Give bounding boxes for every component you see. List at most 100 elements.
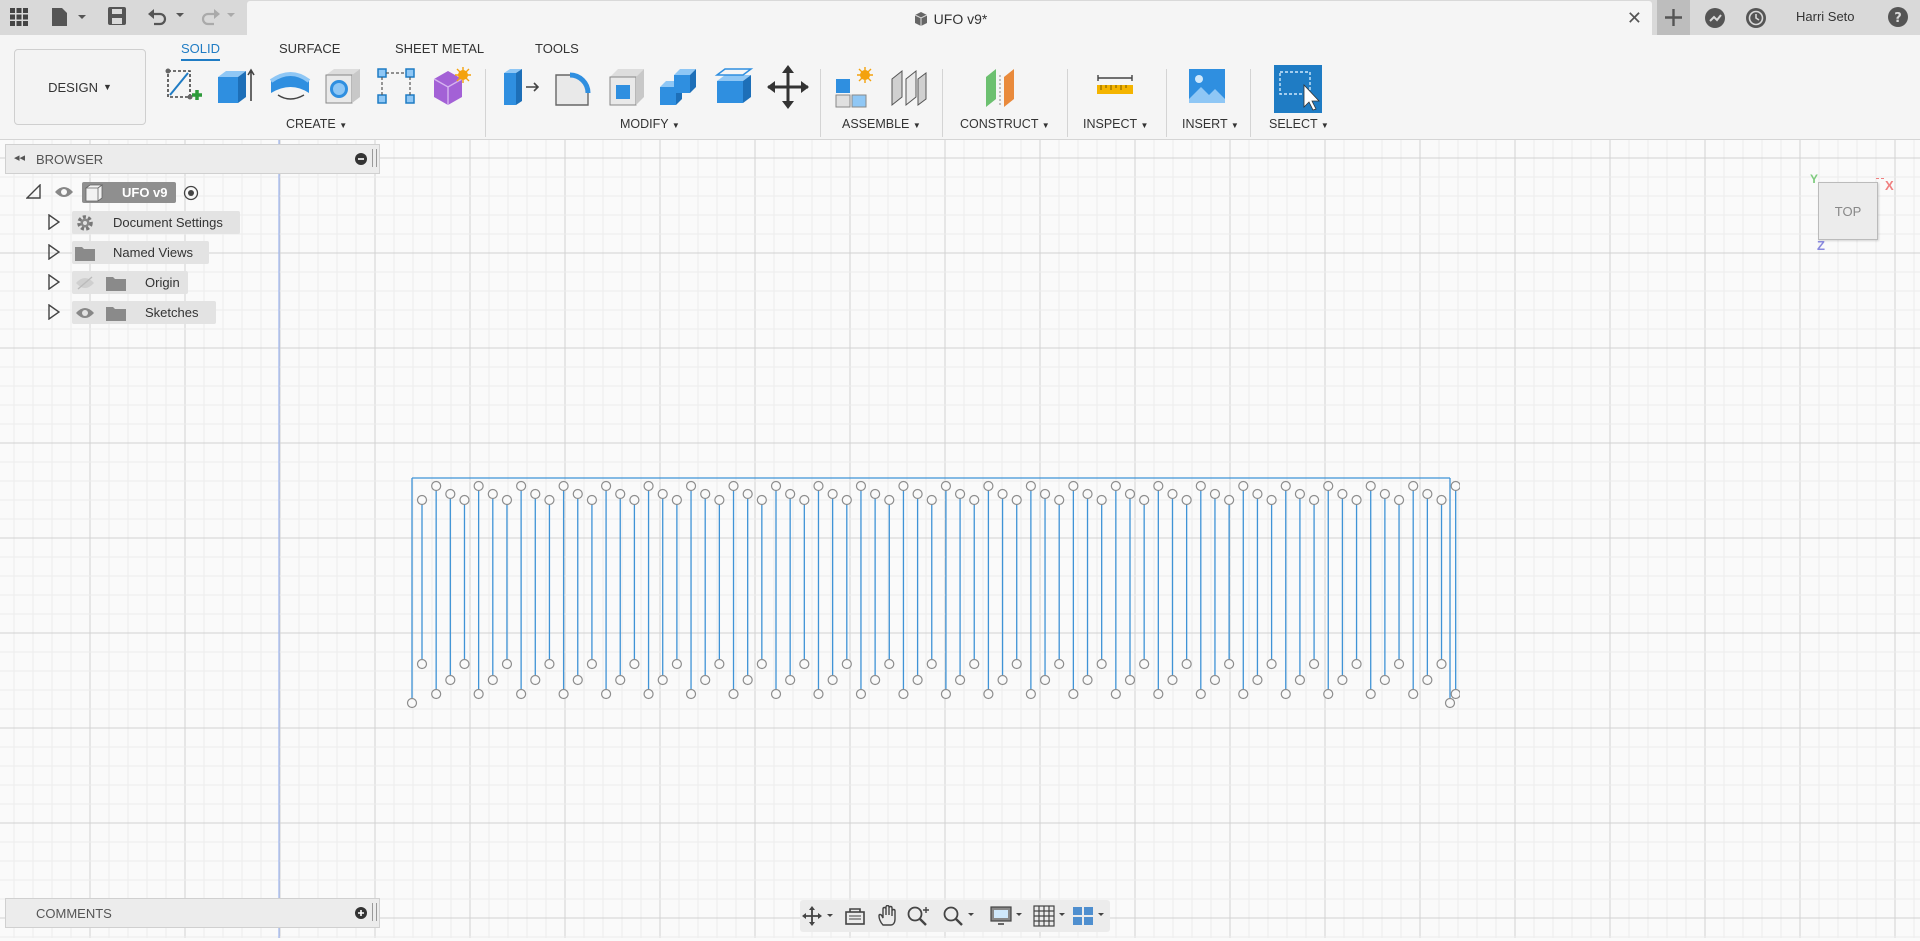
sketch-point: [1167, 488, 1178, 500]
pattern-icon[interactable]: [376, 65, 418, 109]
sketch-point: [1011, 494, 1022, 506]
sketch-point: [1238, 688, 1249, 700]
sketch-point: [714, 494, 725, 506]
sketch-point: [983, 688, 994, 700]
zoom-icon[interactable]: [942, 905, 978, 927]
insert-image-icon[interactable]: [1187, 65, 1229, 109]
tab-tools[interactable]: TOOLS: [535, 41, 579, 56]
joint-icon[interactable]: [888, 65, 930, 109]
document-tab[interactable]: UFO v9* ✕: [247, 1, 1652, 35]
close-tab-icon[interactable]: ✕: [1627, 8, 1642, 29]
grid-settings-icon[interactable]: [1033, 905, 1069, 927]
user-name[interactable]: Harri Seto: [1796, 9, 1855, 24]
sketch-point: [1167, 674, 1178, 686]
sketch-point: [1351, 494, 1362, 506]
activate-radio-icon[interactable]: [183, 185, 199, 204]
sketch-point: [1408, 480, 1419, 492]
hole-icon[interactable]: [322, 65, 364, 109]
tab-surface[interactable]: SURFACE: [279, 41, 340, 56]
tree-item-origin[interactable]: Origin: [72, 271, 188, 294]
collapse-browser-icon[interactable]: ◂◂: [14, 151, 25, 164]
shell-icon[interactable]: [606, 65, 648, 109]
inspect-menu[interactable]: INSPECT ▼: [1083, 117, 1148, 131]
sketch-point: [629, 658, 640, 670]
job-status-icon[interactable]: [1704, 7, 1726, 32]
pan-hand-icon[interactable]: [877, 905, 899, 927]
sketch-point: [1337, 488, 1348, 500]
panel-resize-handle[interactable]: [372, 903, 377, 921]
redo-icon[interactable]: [200, 6, 240, 29]
select-menu[interactable]: SELECT ▼: [1269, 117, 1329, 131]
sketch-point: [1224, 494, 1235, 506]
fillet-icon[interactable]: [552, 65, 594, 109]
create-form-icon[interactable]: [430, 65, 472, 109]
expand-arrow-icon[interactable]: [48, 213, 61, 233]
expand-arrow-icon[interactable]: [48, 243, 61, 263]
tree-root-collapse-icon[interactable]: [25, 183, 42, 203]
tree-item-sketches[interactable]: Sketches: [72, 301, 216, 324]
construct-menu-label: CONSTRUCT: [960, 117, 1039, 131]
create-menu[interactable]: CREATE ▼: [286, 117, 347, 131]
sketch-point: [1025, 480, 1036, 492]
measure-icon[interactable]: [1095, 65, 1137, 109]
gear-icon: [77, 215, 93, 231]
create-sketch-icon[interactable]: [162, 65, 204, 109]
eye-icon[interactable]: [75, 305, 95, 321]
sketch-point: [1323, 480, 1334, 492]
apps-grid-icon[interactable]: [10, 8, 28, 26]
tree-root-item[interactable]: UFO v9: [82, 182, 176, 203]
navigation-bar: [800, 900, 1110, 932]
sketch-point: [785, 674, 796, 686]
modify-menu[interactable]: MODIFY ▼: [620, 117, 680, 131]
eye-hidden-icon[interactable]: [75, 275, 95, 291]
press-pull-icon[interactable]: [500, 65, 542, 109]
sketch-point: [997, 674, 1008, 686]
clock-icon[interactable]: [1745, 7, 1767, 32]
expand-arrow-icon[interactable]: [48, 273, 61, 293]
insert-menu[interactable]: INSERT ▼: [1182, 117, 1239, 131]
sketch-point: [643, 480, 654, 492]
viewports-icon[interactable]: [1072, 905, 1108, 927]
move-copy-icon[interactable]: [767, 65, 809, 109]
sketch-point: [785, 488, 796, 500]
new-tab-button[interactable]: [1657, 0, 1690, 35]
tab-solid[interactable]: SOLID: [181, 41, 221, 61]
sketch-point: [1436, 494, 1447, 506]
display-settings-icon[interactable]: [990, 905, 1026, 927]
new-component-icon[interactable]: [834, 65, 876, 109]
viewcube[interactable]: TOP: [1818, 182, 1878, 240]
select-icon[interactable]: [1274, 65, 1322, 113]
offset-face-icon[interactable]: [713, 65, 755, 109]
minus-circle-icon[interactable]: [354, 152, 368, 169]
tree-item-named-views[interactable]: Named Views: [72, 241, 209, 264]
sketch-point: [1068, 480, 1079, 492]
folder-icon: [75, 247, 95, 261]
workspace-switcher[interactable]: DESIGN ▼: [14, 49, 146, 125]
tab-sheet-metal[interactable]: SHEET METAL: [395, 41, 484, 56]
sketch-point: [912, 488, 923, 500]
eye-icon[interactable]: [54, 185, 74, 202]
browser-title: BROWSER: [36, 152, 104, 167]
file-menu-icon[interactable]: [50, 6, 88, 31]
sketch-point: [983, 480, 994, 492]
assemble-menu-label: ASSEMBLE: [842, 117, 910, 131]
extrude-icon[interactable]: [214, 65, 256, 109]
tree-item-document-settings[interactable]: Document Settings: [72, 211, 240, 234]
revolve-icon[interactable]: [268, 65, 311, 109]
orbit-icon[interactable]: [802, 906, 836, 926]
look-at-icon[interactable]: [844, 906, 866, 926]
sketch-pin-array[interactable]: [400, 470, 1460, 720]
sketch-point: [969, 658, 980, 670]
panel-resize-handle[interactable]: [372, 149, 377, 167]
help-icon[interactable]: ?: [1887, 6, 1909, 31]
expand-arrow-icon[interactable]: [48, 303, 61, 323]
combine-icon[interactable]: [658, 65, 700, 109]
offset-plane-icon[interactable]: [982, 65, 1024, 109]
assemble-menu[interactable]: ASSEMBLE ▼: [842, 117, 921, 131]
sketch-point: [700, 674, 711, 686]
add-comment-icon[interactable]: [354, 906, 368, 923]
construct-menu[interactable]: CONSTRUCT ▼: [960, 117, 1050, 131]
zoom-window-icon[interactable]: [906, 905, 930, 927]
undo-icon[interactable]: [146, 6, 186, 29]
save-icon[interactable]: [107, 6, 127, 29]
